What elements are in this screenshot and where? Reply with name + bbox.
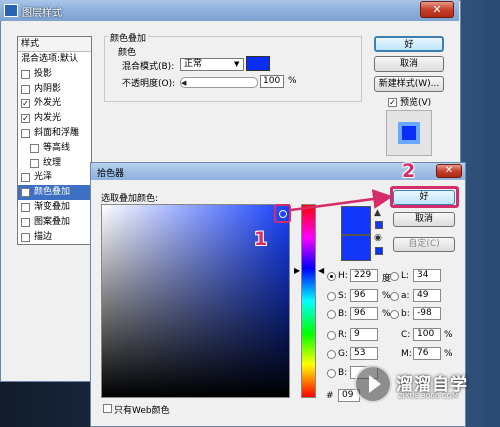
- arrow-line: [290, 189, 393, 212]
- play-icon: [369, 375, 381, 393]
- step1-label: 1: [254, 228, 268, 250]
- step2-label: 2: [402, 160, 416, 182]
- annotation-arrow: [290, 189, 393, 212]
- watermark-subtext: ZIXUE.3066.COM: [398, 392, 458, 400]
